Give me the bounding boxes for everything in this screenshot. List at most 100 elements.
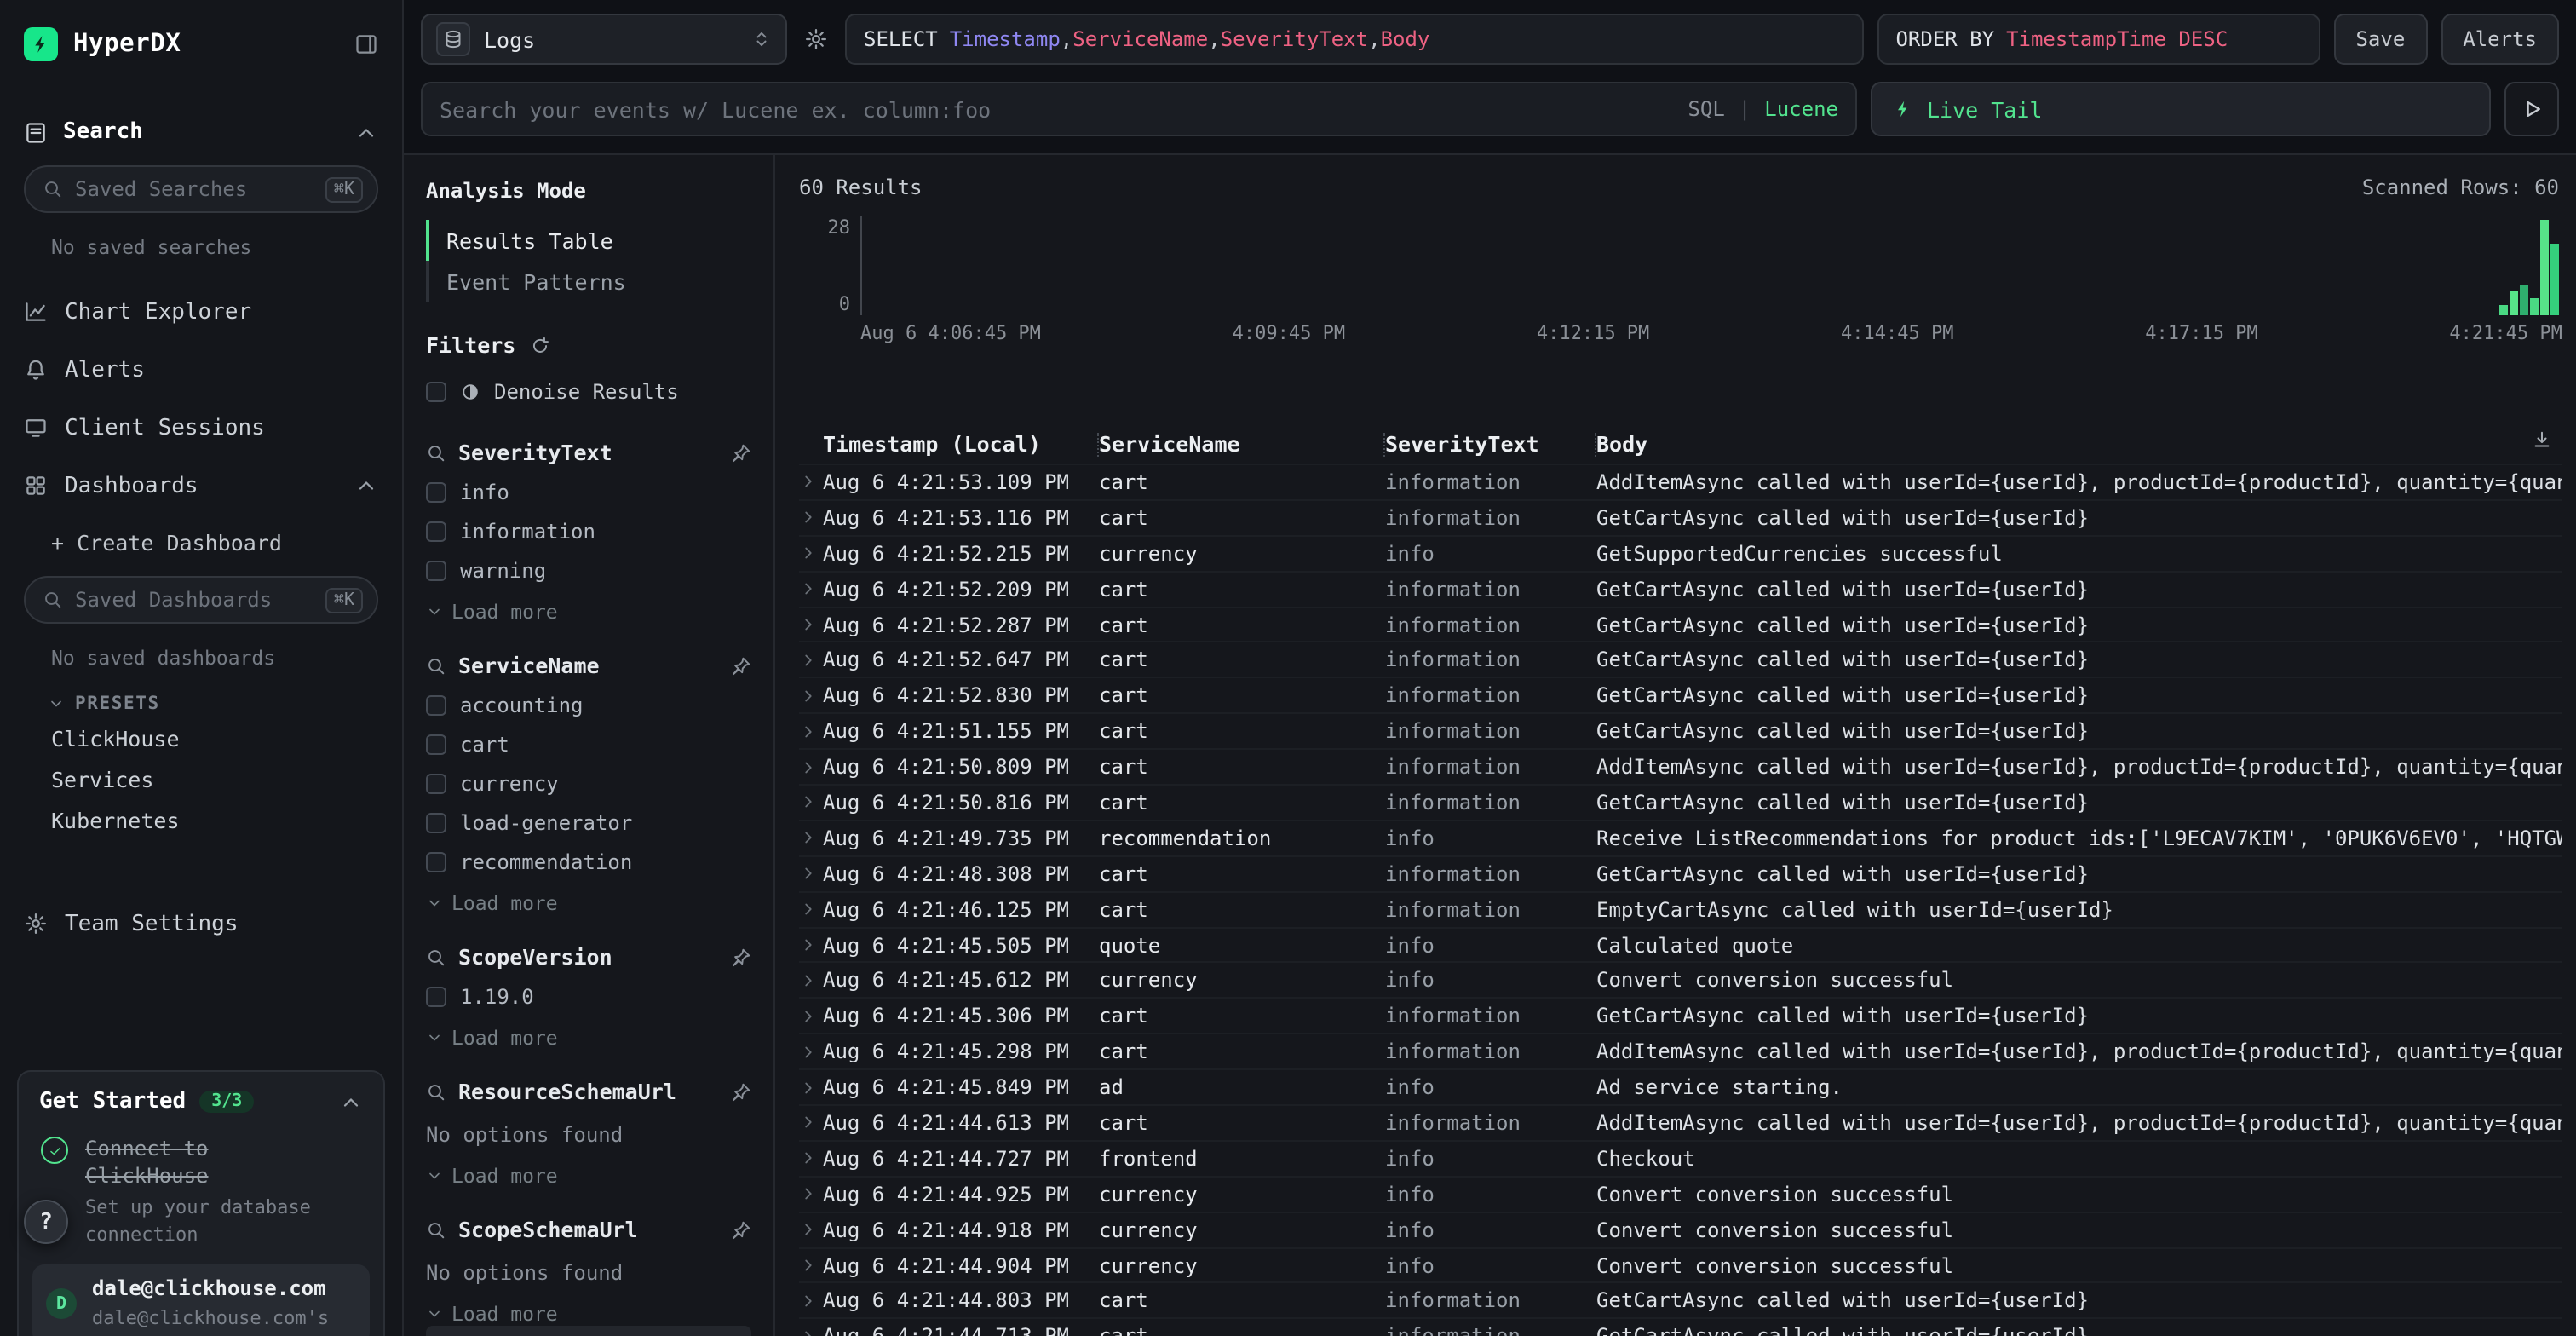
saved-searches-input[interactable]: [75, 177, 313, 201]
help-button[interactable]: ?: [24, 1200, 68, 1244]
expand-row-icon[interactable]: [799, 757, 823, 776]
denoise-results-toggle[interactable]: Denoise Results: [426, 380, 751, 404]
filter-option[interactable]: currency: [426, 772, 751, 796]
pin-icon[interactable]: [731, 1081, 751, 1102]
load-more-button[interactable]: Load more: [426, 600, 751, 624]
tab-event-patterns[interactable]: Event Patterns: [426, 261, 751, 302]
expand-row-icon[interactable]: [799, 1149, 823, 1168]
expand-row-icon[interactable]: [799, 1078, 823, 1097]
checkbox[interactable]: [426, 695, 446, 716]
create-dashboard-button[interactable]: + Create Dashboard: [24, 518, 378, 566]
col-header-severitytext[interactable]: SeverityText: [1385, 433, 1596, 457]
expand-row-icon[interactable]: [799, 1256, 823, 1275]
log-row[interactable]: Aug 6 4:21:44.803 PMcartinformationGetCa…: [799, 1282, 2562, 1318]
save-button[interactable]: Save: [2333, 14, 2427, 65]
filter-option[interactable]: info: [426, 481, 751, 504]
preset-services[interactable]: Services: [24, 758, 378, 799]
pin-icon[interactable]: [731, 442, 751, 463]
log-row[interactable]: Aug 6 4:21:44.713 PMcartinformationGetCa…: [799, 1318, 2562, 1336]
log-row[interactable]: Aug 6 4:21:46.125 PMcartinformationEmpty…: [799, 890, 2562, 926]
checkbox[interactable]: [426, 813, 446, 833]
source-settings-gear-icon[interactable]: [801, 27, 831, 51]
col-header-body[interactable]: Body: [1596, 433, 2515, 457]
log-row[interactable]: Aug 6 4:21:44.918 PMcurrencyinfoConvert …: [799, 1211, 2562, 1247]
checkbox[interactable]: [426, 987, 446, 1007]
mode-sql-toggle[interactable]: SQL: [1688, 97, 1724, 121]
source-select[interactable]: Logs: [421, 14, 787, 65]
load-more-button[interactable]: Load more: [426, 1026, 751, 1050]
log-row[interactable]: Aug 6 4:21:50.809 PMcartinformationAddIt…: [799, 748, 2562, 784]
expand-row-icon[interactable]: [799, 900, 823, 918]
expand-row-icon[interactable]: [799, 579, 823, 598]
get-started-step-connect[interactable]: Connect to ClickHouse Set up your databa…: [39, 1135, 363, 1247]
run-query-button[interactable]: [2504, 82, 2559, 136]
more-filters-button[interactable]: More filters: [426, 1326, 751, 1336]
event-search-input[interactable]: [440, 96, 1674, 122]
checkbox[interactable]: [426, 852, 446, 872]
log-row[interactable]: Aug 6 4:21:52.215 PMcurrencyinfoGetSuppo…: [799, 535, 2562, 571]
log-row[interactable]: Aug 6 4:21:52.830 PMcartinformationGetCa…: [799, 677, 2562, 713]
log-row[interactable]: Aug 6 4:21:53.109 PMcartinformationAddIt…: [799, 464, 2562, 499]
saved-dashboards-searchbox[interactable]: ⌘K: [24, 576, 378, 624]
expand-row-icon[interactable]: [799, 722, 823, 740]
expand-row-icon[interactable]: [799, 473, 823, 492]
saved-dashboards-input[interactable]: [75, 588, 313, 612]
filter-option[interactable]: accounting: [426, 694, 751, 717]
sidebar-item-team-settings[interactable]: Team Settings: [24, 895, 378, 953]
expand-row-icon[interactable]: [799, 936, 823, 954]
filter-option[interactable]: information: [426, 520, 751, 544]
collapse-sidebar-icon[interactable]: [354, 32, 378, 56]
log-row[interactable]: Aug 6 4:21:45.612 PMcurrencyinfoConvert …: [799, 962, 2562, 998]
expand-row-icon[interactable]: [799, 509, 823, 527]
presets-header[interactable]: PRESETS: [48, 694, 378, 714]
expand-row-icon[interactable]: [799, 1114, 823, 1132]
expand-row-icon[interactable]: [799, 1292, 823, 1310]
pin-icon[interactable]: [731, 655, 751, 676]
filter-option[interactable]: 1.19.0: [426, 985, 751, 1009]
log-row[interactable]: Aug 6 4:21:52.209 PMcartinformationGetCa…: [799, 570, 2562, 606]
checkbox[interactable]: [426, 521, 446, 542]
log-row[interactable]: Aug 6 4:21:51.155 PMcartinformationGetCa…: [799, 712, 2562, 748]
expand-row-icon[interactable]: [799, 615, 823, 634]
log-row[interactable]: Aug 6 4:21:53.116 PMcartinformationGetCa…: [799, 499, 2562, 535]
tab-results-table[interactable]: Results Table: [426, 220, 751, 261]
checkbox[interactable]: [426, 734, 446, 755]
chevron-up-icon[interactable]: [339, 1090, 363, 1114]
checkbox[interactable]: [426, 482, 446, 503]
load-more-button[interactable]: Load more: [426, 891, 751, 915]
log-row[interactable]: Aug 6 4:21:44.727 PMfrontendinfoCheckout: [799, 1140, 2562, 1176]
expand-row-icon[interactable]: [799, 864, 823, 883]
log-row[interactable]: Aug 6 4:21:45.505 PMquoteinfoCalculated …: [799, 926, 2562, 962]
log-row[interactable]: Aug 6 4:21:49.735 PMrecommendationinfoRe…: [799, 820, 2562, 855]
checkbox[interactable]: [426, 774, 446, 794]
live-tail-button[interactable]: Live Tail: [1871, 82, 2491, 136]
filter-option[interactable]: recommendation: [426, 850, 751, 874]
col-header-servicename[interactable]: ServiceName: [1099, 433, 1385, 457]
sql-select-editor[interactable]: SELECTTimestamp,ServiceName,SeverityText…: [845, 14, 1863, 65]
col-header-timestamp[interactable]: Timestamp (Local): [823, 433, 1099, 457]
filter-option[interactable]: load-generator: [426, 811, 751, 835]
filter-option[interactable]: warning: [426, 559, 751, 583]
checkbox[interactable]: [426, 561, 446, 581]
order-by-editor[interactable]: ORDER BY TimestampTime DESC: [1877, 14, 2320, 65]
expand-row-icon[interactable]: [799, 829, 823, 848]
log-row[interactable]: Aug 6 4:21:45.849 PMadinfoAd service sta…: [799, 1068, 2562, 1104]
alerts-button[interactable]: Alerts: [2441, 14, 2559, 65]
log-row[interactable]: Aug 6 4:21:50.816 PMcartinformationGetCa…: [799, 784, 2562, 820]
expand-row-icon[interactable]: [799, 971, 823, 990]
log-row[interactable]: Aug 6 4:21:44.613 PMcartinformationAddIt…: [799, 1104, 2562, 1140]
load-more-button[interactable]: Load more: [426, 1164, 751, 1188]
expand-row-icon[interactable]: [799, 544, 823, 562]
event-searchbox[interactable]: SQL | Lucene: [421, 82, 1857, 136]
sidebar-item-client-sessions[interactable]: Client Sessions: [24, 399, 378, 457]
log-row[interactable]: Aug 6 4:21:52.647 PMcartinformationGetCa…: [799, 642, 2562, 677]
get-started-step-account[interactable]: D dale@clickhouse.com dale@clickhouse.co…: [32, 1264, 370, 1336]
download-icon[interactable]: [2532, 429, 2552, 450]
expand-row-icon[interactable]: [799, 1007, 823, 1026]
sidebar-item-chart-explorer[interactable]: Chart Explorer: [24, 283, 378, 341]
expand-row-icon[interactable]: [799, 687, 823, 705]
filter-option[interactable]: cart: [426, 733, 751, 757]
log-row[interactable]: Aug 6 4:21:48.308 PMcartinformationGetCa…: [799, 855, 2562, 891]
preset-clickhouse[interactable]: ClickHouse: [24, 717, 378, 758]
expand-row-icon[interactable]: [799, 1185, 823, 1204]
